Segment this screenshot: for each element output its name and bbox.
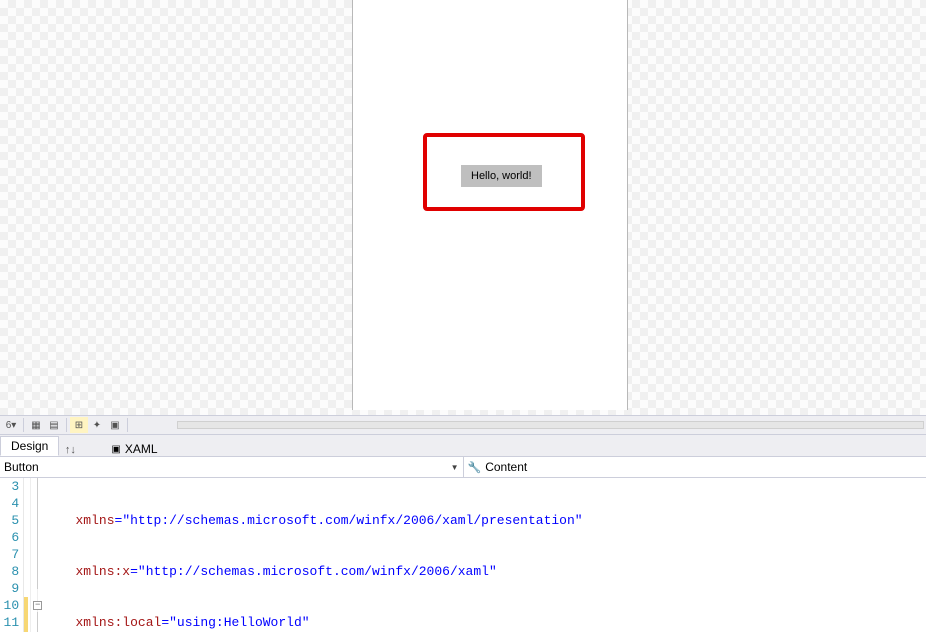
property-name: Content — [485, 460, 527, 474]
view-tabs: Design ↑↓ ▣ XAML — [0, 434, 926, 456]
tab-label: Design — [11, 439, 48, 453]
grid-icon[interactable]: ▦ — [27, 417, 45, 433]
outline-column: − — [31, 478, 38, 632]
xaml-icon: ▣ — [111, 444, 120, 455]
tab-design[interactable]: Design — [0, 436, 59, 456]
code-content[interactable]: xmlns="http://schemas.microsoft.com/winf… — [38, 478, 926, 632]
hello-world-button[interactable]: Hello, world! — [461, 165, 542, 187]
swap-panes-button[interactable]: ↑↓ — [59, 444, 81, 456]
change-marker — [24, 597, 28, 632]
snap-grid-icon[interactable]: ▣ — [106, 417, 124, 433]
element-name: Button — [4, 460, 39, 474]
design-surface[interactable]: Hello, world! — [0, 0, 926, 415]
property-dropdown[interactable]: 🔧 Content — [464, 457, 926, 477]
tab-xaml[interactable]: ▣ XAML — [111, 442, 157, 456]
separator — [66, 418, 67, 432]
code-editor[interactable]: 3 4 5 6 7 8 9 10 11 12 − xmlns="http://s… — [0, 478, 926, 632]
phone-frame: Hello, world! — [352, 0, 628, 410]
snap-lines-icon[interactable]: ✦ — [88, 417, 106, 433]
zoom-dropdown[interactable]: 6 ▾ — [2, 417, 20, 433]
grid-alt-icon[interactable]: ▤ — [45, 417, 63, 433]
tab-label: XAML — [125, 442, 158, 456]
snap-icon[interactable]: ⊞ — [70, 417, 88, 433]
separator — [127, 418, 128, 432]
element-dropdown[interactable]: Button ▼ — [0, 457, 464, 477]
change-marker-column — [24, 478, 31, 632]
horizontal-scrollbar[interactable] — [177, 421, 924, 429]
separator — [23, 418, 24, 432]
designer-toolbar: 6 ▾ ▦ ▤ ⊞ ✦ ▣ — [0, 415, 926, 434]
wrench-icon: 🔧 — [468, 461, 482, 474]
line-number-gutter: 3 4 5 6 7 8 9 10 11 12 — [0, 478, 24, 632]
chevron-down-icon: ▼ — [451, 463, 459, 472]
element-selector-bar: Button ▼ 🔧 Content — [0, 456, 926, 478]
